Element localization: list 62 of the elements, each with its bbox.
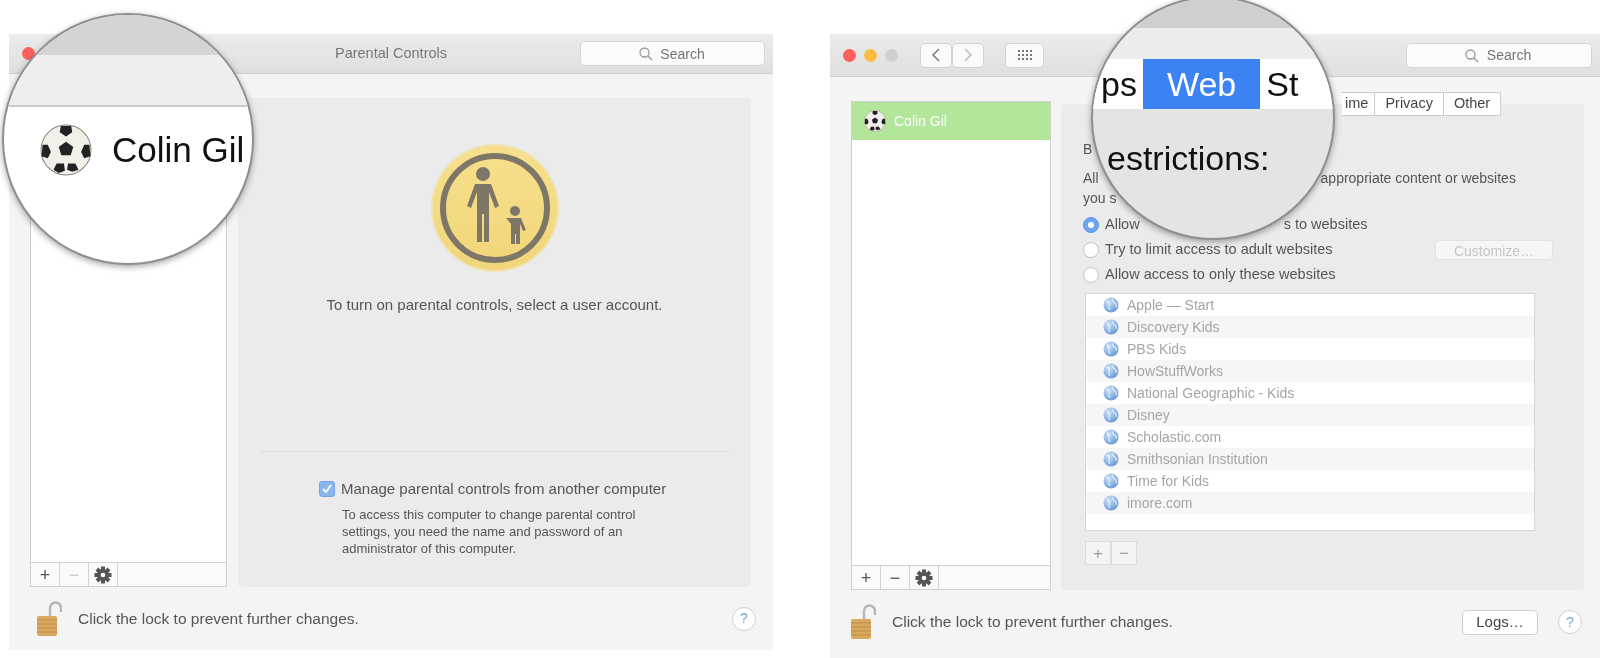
globe-icon: [1103, 429, 1119, 445]
close-button[interactable]: [22, 47, 35, 60]
radio-label: Allow: [1105, 214, 1140, 234]
text-fragment: All: [1083, 169, 1099, 188]
text-fragment: B: [1083, 140, 1093, 159]
globe-icon: [1103, 363, 1119, 379]
search-field[interactable]: Search: [1406, 42, 1592, 68]
window-title: Parental Controls: [335, 43, 447, 63]
soccer-ball-icon: [40, 124, 92, 177]
checkbox-label: Manage parental controls from another computer: [341, 478, 667, 499]
gear-icon[interactable]: [915, 568, 933, 587]
forward-button[interactable]: [952, 42, 984, 68]
globe-icon: [1103, 473, 1119, 489]
lock-message: Click the lock to prevent further changes.: [892, 612, 1173, 633]
chevron-left-icon: [932, 48, 940, 62]
help-button[interactable]: ?: [1558, 610, 1582, 634]
padlock-icon: [850, 604, 876, 640]
soccer-ball-icon: [864, 110, 886, 132]
user-row[interactable]: Colin Gil: [852, 102, 1050, 140]
grid-icon: [1017, 50, 1032, 60]
chevron-right-icon: [964, 48, 972, 62]
globe-icon: [1103, 385, 1119, 401]
logs-button[interactable]: Logs…: [1462, 609, 1538, 635]
radio-button[interactable]: [1083, 216, 1099, 233]
tab[interactable]: Other: [1443, 92, 1502, 116]
globe-icon: [1103, 297, 1119, 313]
tab[interactable]: Privacy: [1375, 92, 1444, 116]
globe-icon: [1103, 495, 1119, 511]
lock-message: Click the lock to prevent further changes.: [78, 608, 359, 629]
add-button[interactable]: +: [852, 566, 881, 589]
close-button[interactable]: [843, 48, 856, 62]
heading-text: estrictions:: [1107, 141, 1270, 175]
globe-icon: [1103, 451, 1119, 467]
checkbox[interactable]: [319, 480, 335, 497]
search-icon: [638, 47, 653, 61]
parent-child-icon: [430, 144, 559, 272]
add-button[interactable]: −: [881, 566, 910, 589]
zoom-button[interactable]: [885, 48, 898, 62]
minimize-button[interactable]: [864, 48, 877, 62]
radio-label: s to websites: [1283, 214, 1368, 234]
radio-button[interactable]: [1083, 266, 1099, 283]
globe-icon: [1103, 407, 1119, 423]
show-all-button[interactable]: [1005, 42, 1044, 68]
search-field[interactable]: Search: [580, 41, 765, 66]
help-button[interactable]: ?: [732, 606, 756, 631]
globe-icon: [1103, 341, 1119, 357]
gear-icon[interactable]: [94, 565, 112, 584]
radio-label: Try to limit access to adult websites: [1105, 239, 1333, 259]
tab[interactable]: Web: [1142, 59, 1261, 109]
add-button[interactable]: +: [31, 563, 60, 586]
radio-button[interactable]: [1083, 241, 1099, 258]
tab[interactable]: ime: [1342, 92, 1376, 116]
user-name: Colin Gil: [112, 129, 245, 171]
text-fragment: appropriate content or websites: [1320, 169, 1516, 188]
radio-label: Allow access to only these websites: [1105, 264, 1336, 284]
back-button[interactable]: [920, 42, 952, 68]
search-icon: [1465, 48, 1479, 63]
description-text: To access this computer to change parental control settings, you need the name and password of an administrator of this computer.: [342, 506, 637, 557]
globe-icon: [1103, 319, 1119, 335]
instruction-text: To turn on parental controls, select a user account.: [326, 295, 663, 315]
padlock-icon: [36, 600, 62, 637]
text-fragment: you s: [1083, 189, 1117, 208]
